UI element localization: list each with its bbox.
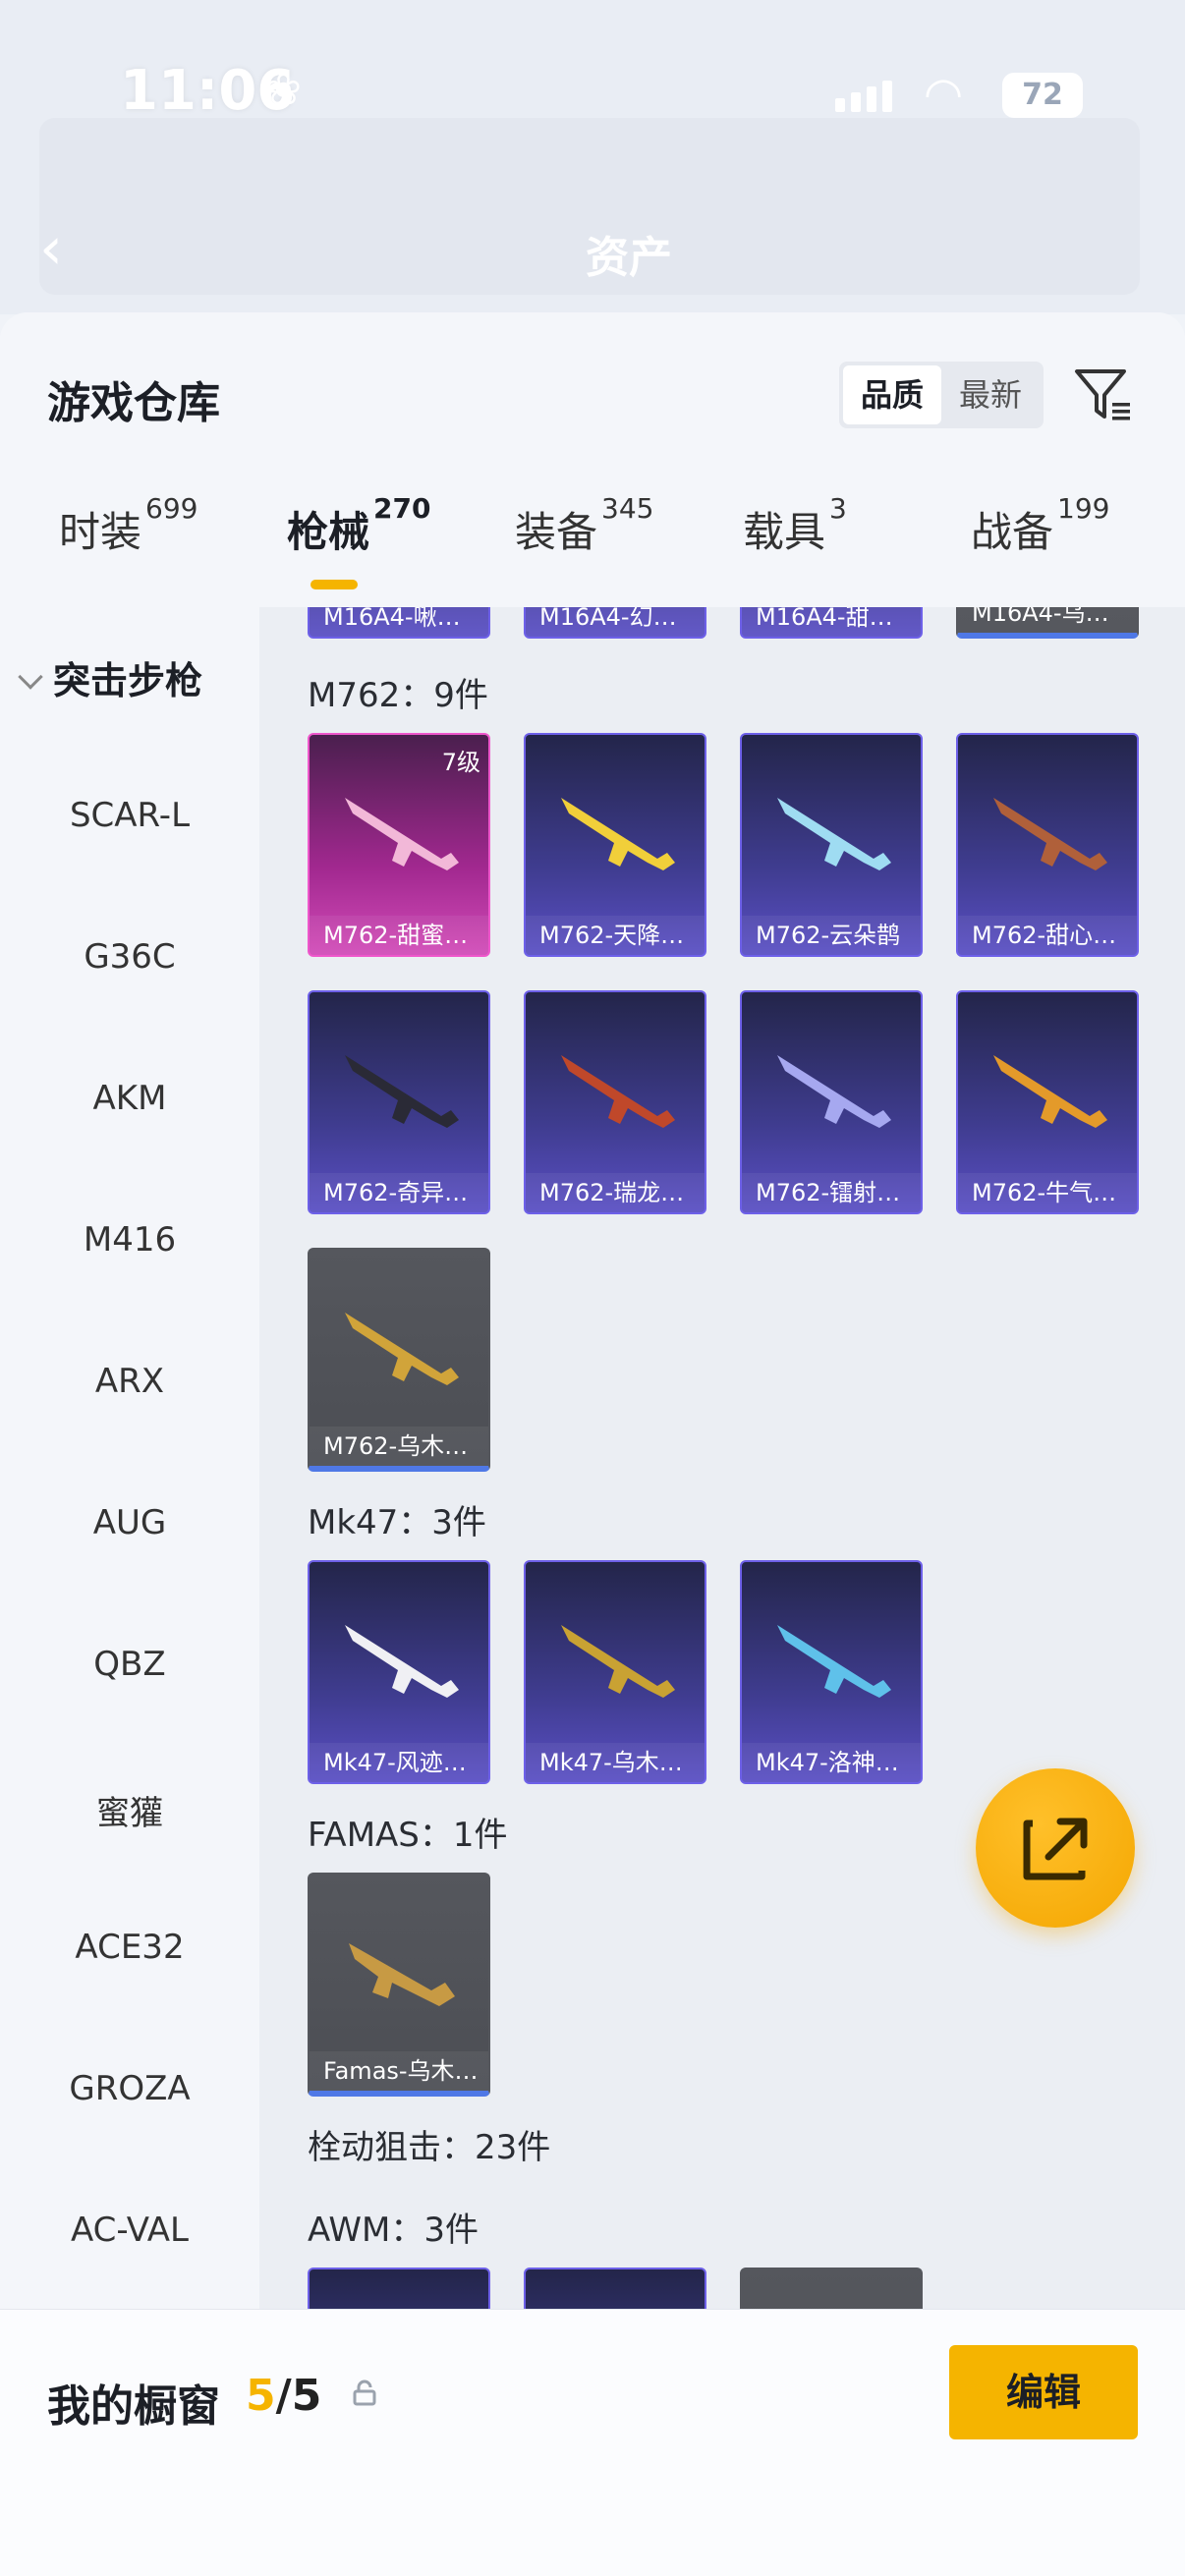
tab-guns[interactable]: 枪械 270 (287, 492, 430, 559)
sheet-header: 游戏仓库 品质 最新 时装 699 枪械 270 装备 345 载具 3 战备 199 (0, 312, 1185, 607)
sidebar-item-aug[interactable]: AUG (0, 1503, 259, 1542)
sidebar-item-akm[interactable]: AKM (0, 1079, 259, 1118)
sidebar-item-groza[interactable]: GROZA (0, 2069, 259, 2108)
group-label-m762: M762：9件 (308, 676, 488, 715)
active-tab-indicator (310, 580, 358, 589)
rifle-icon (345, 1313, 459, 1385)
nav-bar: ‹ 资产 (39, 206, 1140, 285)
rifle-icon (561, 798, 675, 870)
group-label-mk47: Mk47：3件 (308, 1503, 486, 1542)
edit-button[interactable]: 编辑 (949, 2345, 1138, 2439)
filter-icon[interactable] (1071, 364, 1134, 426)
category-tabs: 时装 699 枪械 270 装备 345 载具 3 战备 199 (0, 492, 1185, 607)
sidebar-item-arx[interactable]: ARX (0, 1362, 259, 1401)
weapon-card[interactable]: M16A4-乌… (956, 607, 1139, 639)
weapon-card[interactable]: Mk47-洛神… (740, 1560, 923, 1784)
sidebar-item-ac-val[interactable]: AC-VAL (0, 2211, 259, 2250)
weapon-card[interactable]: M762-瑞龙… (524, 990, 706, 1214)
back-arrow-icon[interactable]: ‹ (39, 214, 63, 283)
weapon-card[interactable]: M16A4-幻… (524, 607, 706, 639)
rifle-icon (777, 1055, 891, 1128)
weapon-card[interactable]: M762-天降… (524, 733, 706, 957)
weapon-card[interactable]: M16A4-啾… (308, 607, 490, 639)
rifle-icon (777, 798, 891, 870)
sort-latest-button[interactable]: 最新 (941, 365, 1040, 424)
sheet-title: 游戏仓库 (47, 378, 220, 428)
rifle-icon (777, 1625, 891, 1698)
weapon-card[interactable]: Mk47-乌木… (524, 1560, 706, 1784)
group-label-famas: FAMAS：1件 (308, 1816, 508, 1855)
weapon-card[interactable]: M16A4-甜… (740, 607, 923, 639)
sort-toggle: 品质 最新 (839, 362, 1044, 428)
share-button[interactable] (976, 1768, 1135, 1928)
tab-equipment[interactable]: 装备 345 (515, 492, 653, 559)
nav-title: 资产 (586, 233, 672, 283)
weapon-card[interactable]: M762-云朵鹊 (740, 733, 923, 957)
weapon-card[interactable]: Famas-乌木… (308, 1873, 490, 2097)
sidebar-item-scar-l[interactable]: SCAR-L (0, 796, 259, 835)
weapon-type-sidebar: 突击步枪 SCAR-L G36C AKM M416 ARX AUG QBZ 蜜獾… (0, 607, 259, 2464)
weapon-card[interactable]: M762-乌木… (308, 1248, 490, 1472)
tab-vehicles[interactable]: 载具 3 (743, 492, 847, 559)
rifle-icon (345, 1055, 459, 1128)
sidebar-item-ace32[interactable]: ACE32 (0, 1928, 259, 1967)
sidebar-item-honey-badger[interactable]: 蜜獾 (0, 1786, 259, 1834)
rifle-icon (345, 798, 459, 870)
weapon-card[interactable]: M762-奇异… (308, 990, 490, 1214)
rifle-icon (561, 1055, 675, 1128)
battery-indicator: 72 (1002, 73, 1083, 118)
chevron-down-icon (18, 664, 43, 690)
sidebar-item-qbz[interactable]: QBZ (0, 1645, 259, 1684)
rifle-icon (349, 1943, 455, 2006)
sidebar-item-g36c[interactable]: G36C (0, 937, 259, 977)
showcase-label: 我的橱窗 (47, 2381, 220, 2432)
rifle-icon (561, 1625, 675, 1698)
weapon-card[interactable]: 7级 M762-甜蜜… (308, 733, 490, 957)
weapon-card[interactable]: M762-甜心… (956, 733, 1139, 957)
sidebar-header-assault-rifles[interactable]: 突击步枪 (18, 650, 202, 704)
wifi-icon: ◠ (924, 67, 964, 120)
paw-icon: ❀ (265, 65, 302, 115)
weapon-grid: M16A4-啾… M16A4-幻… M16A4-甜… M16A4-乌… M762… (259, 607, 1185, 2464)
sort-quality-button[interactable]: 品质 (843, 365, 941, 424)
rifle-icon (345, 1625, 459, 1698)
rifle-icon (993, 1055, 1107, 1128)
rifle-icon (993, 798, 1107, 870)
group-label-awm: AWM：3件 (308, 2211, 479, 2250)
sidebar-item-m416[interactable]: M416 (0, 1220, 259, 1260)
weapon-card[interactable]: Mk47-风迹… (308, 1560, 490, 1784)
signal-icon (835, 81, 892, 112)
weapon-card[interactable]: M762-牛气… (956, 990, 1139, 1214)
status-bar: 11:06 ❀ ◠ 72 (0, 59, 1185, 138)
group-label-bolt-action: 栓动狙击：23件 (308, 2128, 551, 2167)
share-icon (1023, 1818, 1088, 1880)
showcase-count: 5/5 (246, 2371, 322, 2421)
showcase-bar: 我的橱窗 5/5 编辑 (0, 2309, 1185, 2576)
tab-battle-gear[interactable]: 战备 199 (971, 492, 1109, 559)
lock-icon (353, 2380, 376, 2406)
weapon-card[interactable]: M762-镭射… (740, 990, 923, 1214)
warehouse-sheet: 游戏仓库 品质 最新 时装 699 枪械 270 装备 345 载具 3 战备 199 突… (0, 312, 1185, 2576)
tab-fashion[interactable]: 时装 699 (59, 492, 198, 559)
